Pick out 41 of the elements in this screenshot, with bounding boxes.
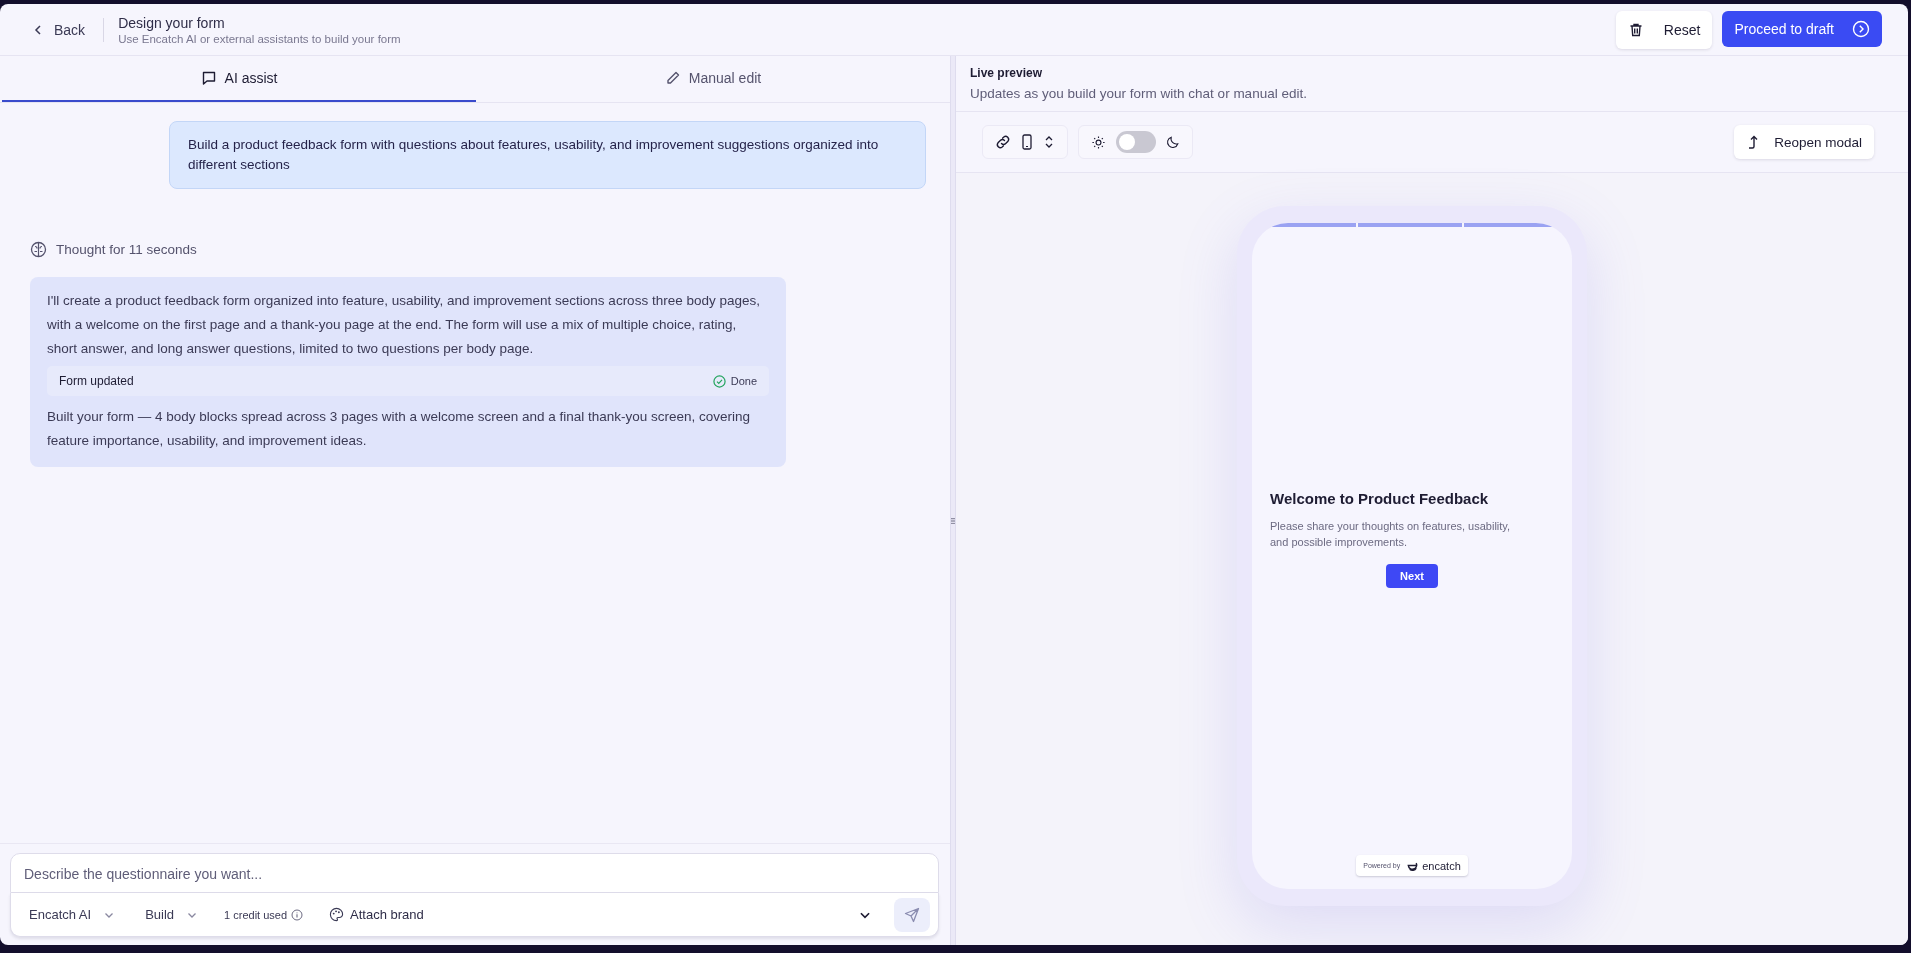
chevron-updown-icon[interactable] bbox=[1043, 134, 1055, 150]
palette-icon bbox=[329, 907, 345, 922]
send-button[interactable] bbox=[894, 897, 930, 932]
reopen-modal-button[interactable]: Reopen modal bbox=[1734, 125, 1874, 159]
model-dropdown[interactable]: Encatch AI bbox=[25, 905, 120, 924]
phone-icon[interactable] bbox=[1021, 134, 1033, 150]
thought-label: Thought for 11 seconds bbox=[56, 242, 197, 257]
mode-dropdown[interactable]: Build bbox=[141, 905, 203, 924]
form-description: Please share your thoughts on features, usability, and possible improvements. bbox=[1270, 519, 1512, 550]
preview-subtitle: Updates as you build your form with chat or manual edit. bbox=[970, 86, 1308, 101]
reply-text: Built your form — 4 body blocks spread across 3 pages with a welcome screen and a final thank-you screen, covering feature importance, usability, and improvement ideas. bbox=[47, 408, 752, 450]
chevron-left-icon bbox=[32, 23, 44, 36]
proceed-button[interactable]: Proceed to draft bbox=[1722, 10, 1882, 47]
credits-label: 1 credit used bbox=[224, 908, 288, 921]
brain-icon bbox=[30, 241, 47, 258]
status-state: Done bbox=[730, 375, 757, 387]
preview-title: Live preview bbox=[970, 66, 1044, 80]
page-subtitle: Use Encatch AI or external assistants to build your form bbox=[118, 32, 401, 45]
next-button[interactable]: Next bbox=[1386, 564, 1438, 588]
theme-toggle[interactable] bbox=[1116, 131, 1156, 153]
prompt-field[interactable]: Describe the questionnaire you want... bbox=[10, 853, 939, 893]
attach-brand-button[interactable]: Attach brand bbox=[323, 906, 430, 923]
check-circle-icon bbox=[712, 374, 726, 388]
tab[interactable]: AI assist bbox=[2, 56, 476, 102]
sun-icon bbox=[1091, 134, 1106, 150]
pencil-icon bbox=[664, 70, 681, 86]
back-button[interactable]: Back bbox=[28, 17, 90, 42]
link-icon[interactable] bbox=[995, 134, 1011, 150]
arrow-circle-icon bbox=[1852, 19, 1870, 38]
user-message: Build a product feedback form with questions about features, usability, and improvement suggestions organized into different sections bbox=[169, 121, 926, 189]
reply-text: I'll create a product feedback form organized into feature, usability, and improvement sections across three body pages, with a welcome on the first page and a thank-you page at the end. The form will use a mix of multiple choice, rating, short answer, and long answer questions, limited to two questions per body page. bbox=[47, 292, 761, 358]
send-icon bbox=[904, 906, 920, 923]
moon-icon bbox=[1166, 135, 1180, 149]
reset-button[interactable]: Reset bbox=[1615, 10, 1713, 49]
brand-name: encatch bbox=[1422, 859, 1461, 872]
info-icon[interactable] bbox=[291, 908, 304, 921]
form-title: Welcome to Product Feedback bbox=[1270, 490, 1490, 507]
page-title: Design your form bbox=[118, 14, 226, 31]
tab[interactable]: Manual edit bbox=[476, 56, 950, 102]
chat-bubble-icon bbox=[200, 70, 217, 86]
status-label: Form updated bbox=[59, 374, 134, 388]
